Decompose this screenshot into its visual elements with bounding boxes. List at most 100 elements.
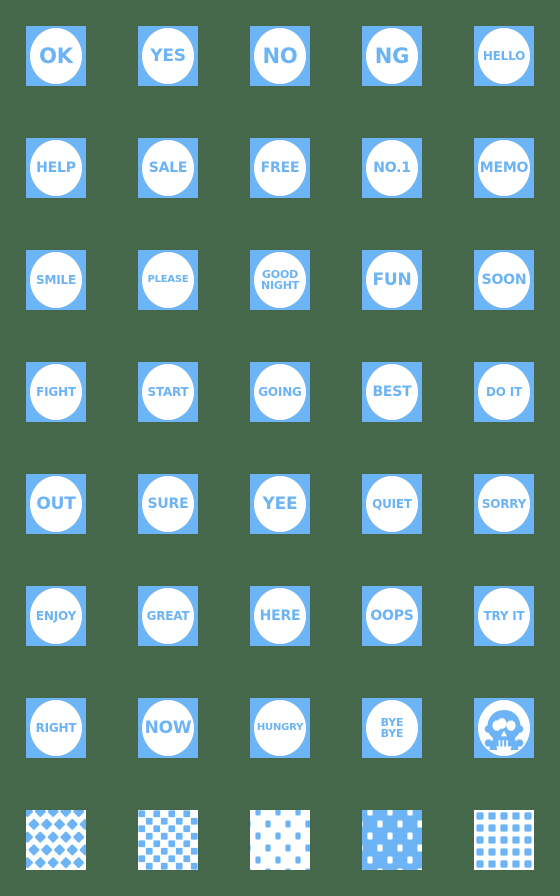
sticker-tile-no-1[interactable]: NO.1 bbox=[362, 138, 422, 198]
sticker-cell[interactable]: MEMO bbox=[474, 138, 534, 198]
sticker-cell[interactable]: QUIET bbox=[362, 474, 422, 534]
sticker-tile-quiet[interactable]: QUIET bbox=[362, 474, 422, 534]
sticker-cell[interactable]: BEST bbox=[362, 362, 422, 422]
sticker-cell[interactable] bbox=[26, 810, 86, 870]
sticker-cell[interactable]: OOPS bbox=[362, 586, 422, 646]
sticker-label-line: SORRY bbox=[481, 497, 527, 511]
sticker-cell[interactable]: SOON bbox=[474, 250, 534, 310]
sticker-cell[interactable]: YEE bbox=[250, 474, 310, 534]
sticker-tile-sorry[interactable]: SORRY bbox=[474, 474, 534, 534]
sticker-tile-ok[interactable]: OK bbox=[26, 26, 86, 86]
sticker-label: START bbox=[138, 362, 198, 422]
sticker-cell[interactable]: FREE bbox=[250, 138, 310, 198]
sticker-cell[interactable]: NG bbox=[362, 26, 422, 86]
sticker-tile-help[interactable]: HELP bbox=[26, 138, 86, 198]
sticker-label: GOOD NIGHT bbox=[250, 250, 310, 310]
sticker-cell[interactable]: BYE BYE bbox=[362, 698, 422, 758]
sticker-cell[interactable] bbox=[362, 810, 422, 870]
sticker-grid: OK YES NO NG HELLO HELP SALE FREE NO.1 MEMO SMILE P… bbox=[26, 26, 534, 870]
pattern-tile-diamond-lattice[interactable] bbox=[26, 810, 86, 870]
sticker-label: QUIET bbox=[362, 474, 422, 534]
sticker-tile-now[interactable]: NOW bbox=[138, 698, 198, 758]
sticker-cell[interactable]: NOW bbox=[138, 698, 198, 758]
sticker-tile-fight[interactable]: FIGHT bbox=[26, 362, 86, 422]
sticker-cell[interactable]: NO bbox=[250, 26, 310, 86]
sticker-cell[interactable]: PLEASE bbox=[138, 250, 198, 310]
sticker-tile-best[interactable]: BEST bbox=[362, 362, 422, 422]
sticker-cell[interactable]: TRY IT bbox=[474, 586, 534, 646]
sticker-cell[interactable]: HUNGRY bbox=[250, 698, 310, 758]
sticker-sheet: OK YES NO NG HELLO HELP SALE FREE NO.1 MEMO SMILE P… bbox=[0, 0, 560, 896]
sticker-cell[interactable]: OK bbox=[26, 26, 86, 86]
sticker-cell[interactable]: HELLO bbox=[474, 26, 534, 86]
sticker-label: HELLO bbox=[474, 26, 534, 86]
sticker-tile-no[interactable]: NO bbox=[250, 26, 310, 86]
sticker-tile-here[interactable]: HERE bbox=[250, 586, 310, 646]
sticker-label-line: HERE bbox=[259, 608, 301, 624]
sticker-label: SORRY bbox=[474, 474, 534, 534]
sticker-tile-skull[interactable] bbox=[474, 698, 534, 758]
sticker-tile-soon[interactable]: SOON bbox=[474, 250, 534, 310]
sticker-cell[interactable]: HERE bbox=[250, 586, 310, 646]
sticker-tile-fun[interactable]: FUN bbox=[362, 250, 422, 310]
sticker-tile-enjoy[interactable]: ENJOY bbox=[26, 586, 86, 646]
sticker-cell[interactable]: START bbox=[138, 362, 198, 422]
sticker-cell[interactable]: ENJOY bbox=[26, 586, 86, 646]
sticker-cell[interactable] bbox=[474, 698, 534, 758]
sticker-tile-please[interactable]: PLEASE bbox=[138, 250, 198, 310]
sticker-label-line: NIGHT bbox=[260, 279, 300, 292]
sticker-tile-sale[interactable]: SALE bbox=[138, 138, 198, 198]
sticker-tile-hungry[interactable]: HUNGRY bbox=[250, 698, 310, 758]
sticker-cell[interactable]: GREAT bbox=[138, 586, 198, 646]
sticker-label: YEE bbox=[250, 474, 310, 534]
sticker-tile-going[interactable]: GOING bbox=[250, 362, 310, 422]
sticker-tile-free[interactable]: FREE bbox=[250, 138, 310, 198]
sticker-label: BYE BYE bbox=[362, 698, 422, 758]
sticker-tile-sure[interactable]: SURE bbox=[138, 474, 198, 534]
sticker-cell[interactable]: SALE bbox=[138, 138, 198, 198]
sticker-label-line: START bbox=[147, 385, 189, 399]
sticker-tile-ng[interactable]: NG bbox=[362, 26, 422, 86]
sticker-cell[interactable]: DO IT bbox=[474, 362, 534, 422]
sticker-label-line: YES bbox=[150, 45, 186, 66]
sticker-cell[interactable]: GOOD NIGHT bbox=[250, 250, 310, 310]
sticker-label-line: OK bbox=[39, 43, 73, 68]
sticker-tile-great[interactable]: GREAT bbox=[138, 586, 198, 646]
sticker-tile-yes[interactable]: YES bbox=[138, 26, 198, 86]
pattern-tile-staggered-white-squares[interactable] bbox=[362, 810, 422, 870]
sticker-cell[interactable]: OUT bbox=[26, 474, 86, 534]
sticker-cell[interactable]: HELP bbox=[26, 138, 86, 198]
sticker-tile-try-it[interactable]: TRY IT bbox=[474, 586, 534, 646]
sticker-label-line: BEST bbox=[372, 384, 412, 400]
sticker-cell[interactable]: FIGHT bbox=[26, 362, 86, 422]
sticker-tile-goodnight[interactable]: GOOD NIGHT bbox=[250, 250, 310, 310]
sticker-cell[interactable]: YES bbox=[138, 26, 198, 86]
sticker-label: GREAT bbox=[138, 586, 198, 646]
sticker-tile-yee[interactable]: YEE bbox=[250, 474, 310, 534]
sticker-tile-bye-bye[interactable]: BYE BYE bbox=[362, 698, 422, 758]
sticker-cell[interactable]: FUN bbox=[362, 250, 422, 310]
sticker-tile-smile[interactable]: SMILE bbox=[26, 250, 86, 310]
sticker-tile-right[interactable]: RIGHT bbox=[26, 698, 86, 758]
sticker-cell[interactable]: SURE bbox=[138, 474, 198, 534]
sticker-cell[interactable] bbox=[474, 810, 534, 870]
pattern-tile-checkerboard[interactable] bbox=[138, 810, 198, 870]
pattern-tile-staggered-blue-squares[interactable] bbox=[250, 810, 310, 870]
sticker-label: HUNGRY bbox=[250, 698, 310, 758]
sticker-cell[interactable] bbox=[138, 810, 198, 870]
sticker-tile-do-it[interactable]: DO IT bbox=[474, 362, 534, 422]
sticker-cell[interactable]: NO.1 bbox=[362, 138, 422, 198]
sticker-cell[interactable]: GOING bbox=[250, 362, 310, 422]
sticker-cell[interactable]: SMILE bbox=[26, 250, 86, 310]
sticker-cell[interactable]: RIGHT bbox=[26, 698, 86, 758]
sticker-tile-memo[interactable]: MEMO bbox=[474, 138, 534, 198]
sticker-tile-out[interactable]: OUT bbox=[26, 474, 86, 534]
sticker-tile-hello[interactable]: HELLO bbox=[474, 26, 534, 86]
sticker-cell[interactable] bbox=[250, 810, 310, 870]
sticker-tile-oops[interactable]: OOPS bbox=[362, 586, 422, 646]
sticker-label: SALE bbox=[138, 138, 198, 198]
pattern-tile-square-grid[interactable] bbox=[474, 810, 534, 870]
sticker-label: FUN bbox=[362, 250, 422, 310]
sticker-tile-start[interactable]: START bbox=[138, 362, 198, 422]
sticker-cell[interactable]: SORRY bbox=[474, 474, 534, 534]
